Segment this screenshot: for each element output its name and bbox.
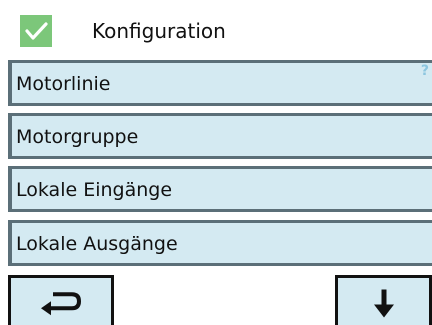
page-title: Konfiguration (92, 19, 226, 43)
arrow-down-icon (373, 289, 394, 317)
header: Konfiguration (0, 0, 432, 60)
back-button[interactable] (8, 275, 114, 325)
menu-item-lokale-ausgaenge[interactable]: Lokale Ausgänge (8, 220, 432, 266)
menu-item-label: Motorgruppe (16, 126, 139, 148)
display-screen: Konfiguration Motorlinie ? Motorgruppe L… (0, 0, 432, 325)
help-icon[interactable]: ? (421, 63, 429, 79)
menu-item-motorlinie[interactable]: Motorlinie ? (8, 60, 432, 106)
checkmark-icon (20, 15, 52, 47)
menu-item-label: Motorlinie (16, 73, 111, 95)
menu-item-label: Lokale Eingänge (16, 179, 173, 201)
menu-item-label: Lokale Ausgänge (16, 233, 178, 255)
scroll-down-button[interactable] (335, 275, 432, 325)
return-arrow-icon (41, 291, 82, 315)
menu-item-lokale-eingaenge[interactable]: Lokale Eingänge (8, 166, 432, 212)
menu-item-motorgruppe[interactable]: Motorgruppe (8, 113, 432, 159)
